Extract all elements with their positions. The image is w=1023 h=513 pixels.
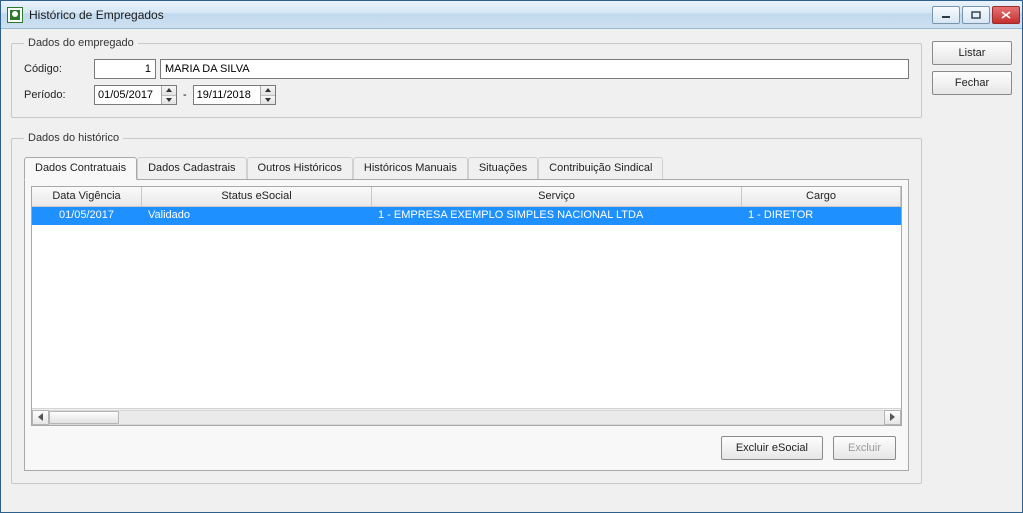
listar-button[interactable]: Listar <box>932 41 1012 65</box>
tab-dados-cadastrais[interactable]: Dados Cadastrais <box>137 157 246 179</box>
maximize-icon <box>971 11 981 19</box>
chevron-right-icon <box>890 413 895 421</box>
excluir-esocial-button[interactable]: Excluir eSocial <box>721 436 823 460</box>
horizontal-scrollbar[interactable] <box>32 408 901 425</box>
tabs-bar: Dados Contratuais Dados Cadastrais Outro… <box>24 156 909 180</box>
minimize-button[interactable] <box>932 6 960 24</box>
scroll-right-button[interactable] <box>884 410 901 425</box>
col-header-servico[interactable]: Serviço <box>372 187 742 206</box>
excluir-button: Excluir <box>833 436 896 460</box>
main-column: Dados do empregado Código: Período: <box>11 37 922 502</box>
periodo-inicio-stepper[interactable] <box>94 85 177 105</box>
periodo-inicio-up[interactable] <box>162 86 176 96</box>
periodo-separator: - <box>183 89 187 101</box>
periodo-inicio-down[interactable] <box>162 96 176 105</box>
side-column: Listar Fechar <box>932 37 1012 502</box>
periodo-inicio-spin <box>161 86 176 104</box>
fechar-button[interactable]: Fechar <box>932 71 1012 95</box>
tab-contribuicao-sindical[interactable]: Contribuição Sindical <box>538 157 663 179</box>
group-dados-historico: Dados do histórico Dados Contratuais Dad… <box>11 132 922 484</box>
grid-rows: 01/05/2017 Validado 1 - EMPRESA EXEMPLO … <box>32 207 901 408</box>
label-periodo: Período: <box>24 89 94 101</box>
codigo-input[interactable] <box>94 59 156 79</box>
minimize-icon <box>941 11 951 19</box>
client-area: Dados do empregado Código: Período: <box>1 29 1022 512</box>
tab-body: Data Vigência Status eSocial Serviço Car… <box>24 180 909 471</box>
table-row[interactable]: 01/05/2017 Validado 1 - EMPRESA EXEMPLO … <box>32 207 901 225</box>
scroll-track[interactable] <box>49 410 884 425</box>
periodo-inicio-input[interactable] <box>95 86 161 104</box>
window-controls <box>932 6 1020 24</box>
cell-status: Validado <box>142 207 372 225</box>
scroll-thumb[interactable] <box>49 411 119 424</box>
close-button[interactable] <box>992 6 1020 24</box>
footer-buttons: Excluir eSocial Excluir <box>31 426 902 460</box>
nome-input[interactable] <box>160 59 909 79</box>
cell-cargo: 1 - DIRETOR <box>742 207 901 225</box>
app-icon <box>7 7 23 23</box>
chevron-down-icon <box>166 98 172 102</box>
titlebar[interactable]: Histórico de Empregados <box>1 1 1022 29</box>
chevron-up-icon <box>265 88 271 92</box>
window-title: Histórico de Empregados <box>29 8 164 22</box>
scroll-left-button[interactable] <box>32 410 49 425</box>
tab-dados-contratuais[interactable]: Dados Contratuais <box>24 157 137 180</box>
col-header-status[interactable]: Status eSocial <box>142 187 372 206</box>
row-codigo: Código: <box>24 59 909 79</box>
cell-vigencia: 01/05/2017 <box>32 207 142 225</box>
tab-outros-historicos[interactable]: Outros Históricos <box>247 157 353 179</box>
periodo-fim-stepper[interactable] <box>193 85 276 105</box>
tab-situacoes[interactable]: Situações <box>468 157 538 179</box>
periodo-fim-spin <box>260 86 275 104</box>
maximize-button[interactable] <box>962 6 990 24</box>
label-codigo: Código: <box>24 63 94 75</box>
tab-historicos-manuais[interactable]: Históricos Manuais <box>353 157 468 179</box>
legend-dados-empregado: Dados do empregado <box>24 37 138 49</box>
row-periodo: Período: - <box>24 85 909 105</box>
group-dados-empregado: Dados do empregado Código: Período: <box>11 37 922 118</box>
chevron-down-icon <box>265 98 271 102</box>
window-frame: Histórico de Empregados Dados do emprega… <box>0 0 1023 513</box>
legend-dados-historico: Dados do histórico <box>24 132 123 144</box>
col-header-vigencia[interactable]: Data Vigência <box>32 187 142 206</box>
col-header-cargo[interactable]: Cargo <box>742 187 901 206</box>
cell-servico: 1 - EMPRESA EXEMPLO SIMPLES NACIONAL LTD… <box>372 207 742 225</box>
close-icon <box>1001 11 1011 19</box>
grid-header: Data Vigência Status eSocial Serviço Car… <box>32 187 901 207</box>
chevron-up-icon <box>166 88 172 92</box>
grid: Data Vigência Status eSocial Serviço Car… <box>31 186 902 426</box>
periodo-fim-up[interactable] <box>261 86 275 96</box>
periodo-fim-down[interactable] <box>261 96 275 105</box>
chevron-left-icon <box>38 413 43 421</box>
periodo-fim-input[interactable] <box>194 86 260 104</box>
